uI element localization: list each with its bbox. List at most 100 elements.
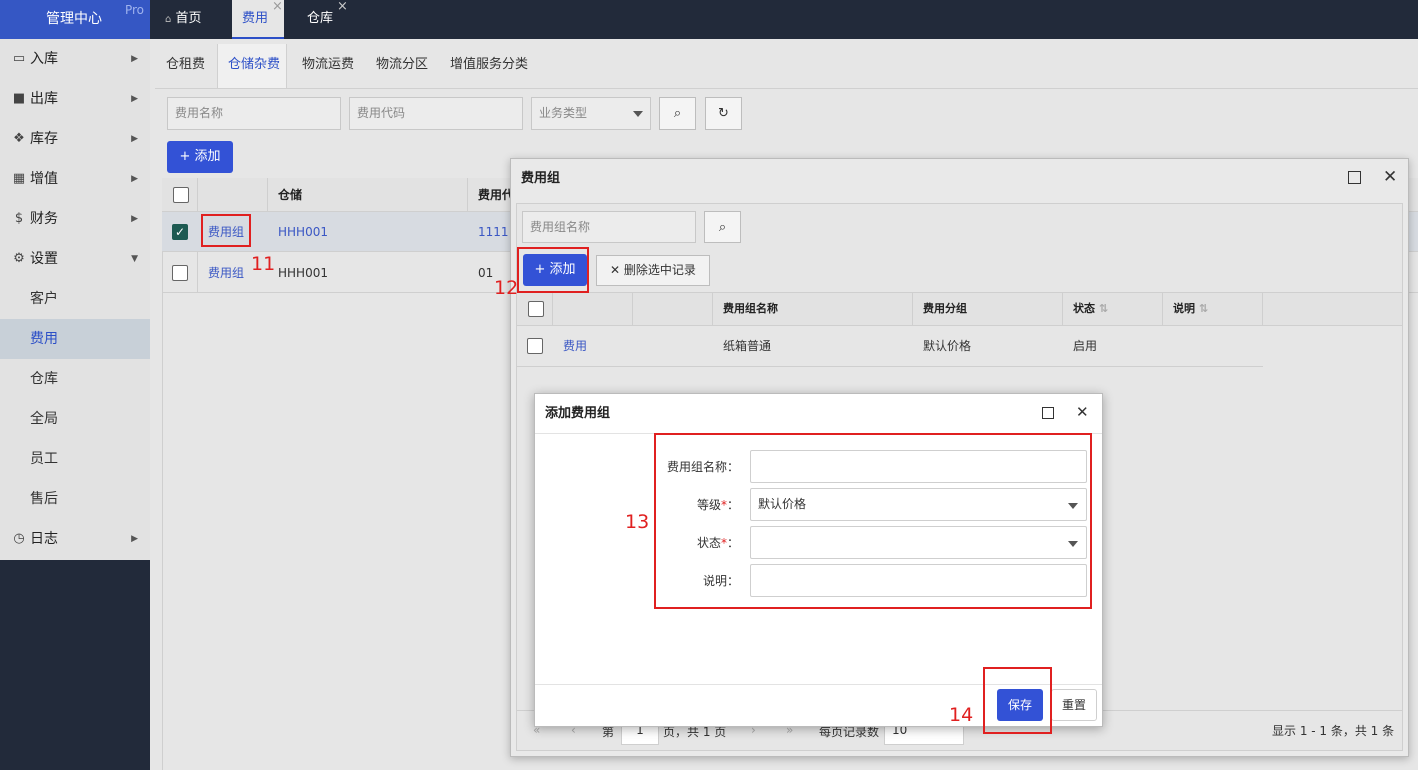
- close-icon[interactable]: ✕: [1076, 404, 1089, 421]
- subtab-logistics-zone[interactable]: 物流分区: [376, 44, 436, 88]
- column-header-fee-code: 费用代: [478, 188, 515, 202]
- column-header-warehouse: 仓储: [278, 188, 303, 202]
- dialog-header: [535, 394, 1102, 434]
- sidebar-sub-global[interactable]: 全局: [0, 399, 150, 439]
- truck-icon: ■: [12, 91, 26, 106]
- column-divider: [712, 292, 713, 326]
- maximize-icon[interactable]: [1042, 407, 1054, 419]
- refresh-icon: ↻: [718, 106, 729, 121]
- fee-name-input[interactable]: 费用名称: [167, 97, 341, 130]
- column-divider: [467, 178, 468, 212]
- table-row[interactable]: [517, 326, 1263, 367]
- subtab-value-added-category[interactable]: 增值服务分类: [450, 44, 540, 88]
- column-divider: [1062, 292, 1063, 326]
- column-header-group-category[interactable]: 费用分组: [923, 301, 967, 317]
- dialog-title: 添加费用组: [545, 406, 611, 421]
- row-checkbox[interactable]: ✓: [172, 224, 188, 240]
- sub-tab-bar: 仓租费 仓储杂费 物流运费 物流分区 增值服务分类: [155, 44, 1418, 89]
- subtab-storage-rent[interactable]: 仓租费: [155, 44, 217, 88]
- chevron-down-icon: ▼: [131, 254, 138, 264]
- add-fee-button[interactable]: + 添加: [167, 141, 233, 173]
- select-all-checkbox[interactable]: [528, 301, 544, 317]
- app-logo[interactable]: 管理中心 Pro: [0, 0, 150, 39]
- row-checkbox[interactable]: [527, 338, 543, 354]
- sidebar-item-outbound[interactable]: ■ 出库 ▶: [0, 79, 150, 119]
- column-label: 说明: [1173, 302, 1195, 315]
- annotation-number: 12: [494, 277, 519, 299]
- delete-selected-button[interactable]: ✕ 删除选中记录: [596, 255, 710, 286]
- grid-icon: ▦: [12, 171, 26, 186]
- chevron-right-icon: ▶: [131, 174, 138, 184]
- sidebar-item-inventory[interactable]: ❖ 库存 ▶: [0, 119, 150, 159]
- pager-summary: 显示 1 - 1 条，共 1 条: [1272, 724, 1395, 738]
- search-icon: ⌕: [673, 106, 682, 121]
- annotation-box: [654, 433, 1092, 609]
- group-name-cell: 纸箱普通: [723, 339, 772, 353]
- annotation-box: [517, 247, 589, 293]
- gears-icon: ⚙: [13, 251, 25, 266]
- select-all-checkbox[interactable]: [173, 187, 189, 203]
- subtab-storage-misc[interactable]: 仓储杂费: [217, 44, 287, 88]
- search-button[interactable]: ⌕: [659, 97, 696, 130]
- fee-group-search-button[interactable]: ⌕: [704, 211, 741, 243]
- sidebar-item-finance[interactable]: $ 财务 ▶: [0, 199, 150, 239]
- maximize-icon[interactable]: [1348, 171, 1361, 184]
- column-label: 状态: [1073, 302, 1095, 315]
- select-placeholder: 业务类型: [539, 106, 588, 120]
- sidebar-item-log[interactable]: ◷ 日志 ▶: [0, 519, 150, 559]
- refresh-button[interactable]: ↻: [705, 97, 742, 130]
- column-divider: [632, 292, 633, 326]
- annotation-number: 14: [949, 704, 974, 726]
- fee-code-input[interactable]: 费用代码: [349, 97, 523, 130]
- chevron-right-icon: ▶: [131, 94, 138, 104]
- chevron-right-icon: ▶: [131, 534, 138, 544]
- search-icon: ⌕: [718, 220, 727, 235]
- annotation-box: [201, 214, 251, 247]
- sidebar-item-label: 出库: [30, 91, 58, 107]
- cubes-icon: ❖: [13, 131, 25, 146]
- fee-group-name-search-input[interactable]: 费用组名称: [522, 211, 696, 243]
- reset-button[interactable]: 重置: [1051, 689, 1097, 721]
- plus-icon: +: [179, 149, 191, 164]
- close-icon[interactable]: ×: [272, 0, 283, 26]
- business-type-select[interactable]: 业务类型: [531, 97, 651, 130]
- clock-icon: ◷: [13, 531, 25, 546]
- home-icon: ⌂: [165, 14, 172, 25]
- app-title: 管理中心: [46, 11, 102, 27]
- fee-code[interactable]: 1111: [478, 224, 509, 240]
- column-header-status[interactable]: 状态 ⇅: [1073, 301, 1108, 317]
- sidebar-sub-warehouse[interactable]: 仓库: [0, 359, 150, 399]
- sidebar-item-inbound[interactable]: ▭ 入库 ▶: [0, 39, 150, 79]
- close-icon: ✕: [610, 263, 621, 277]
- status-cell: 启用: [1073, 339, 1098, 353]
- button-label: 添加: [194, 149, 221, 164]
- row-checkbox[interactable]: [172, 265, 188, 281]
- column-divider: [1162, 292, 1163, 326]
- sidebar-item-label: 增值: [30, 171, 58, 187]
- tab-home[interactable]: ⌂ 首页: [160, 0, 224, 39]
- tab-warehouse[interactable]: 仓库 ×: [295, 0, 355, 39]
- sidebar-item-label: 日志: [30, 531, 58, 547]
- inbox-icon: ▭: [12, 51, 26, 66]
- tab-fee[interactable]: 费用 ×: [232, 0, 284, 39]
- fee-group-link[interactable]: 费用组: [208, 265, 244, 281]
- column-header-group-name[interactable]: 费用组名称: [723, 301, 778, 317]
- tab-label: 首页: [175, 11, 202, 26]
- sidebar-item-settings[interactable]: ⚙ 设置 ▼: [0, 239, 150, 279]
- warehouse-code: HHH001: [278, 266, 328, 280]
- sidebar-item-label: 财务: [30, 211, 58, 227]
- caret-down-icon: [633, 111, 643, 117]
- sidebar-sub-fee[interactable]: 费用: [0, 319, 150, 359]
- sidebar-sub-customer[interactable]: 客户: [0, 279, 150, 319]
- close-icon[interactable]: ×: [337, 0, 348, 26]
- sidebar-sub-staff[interactable]: 员工: [0, 439, 150, 479]
- sidebar-sub-after-sales[interactable]: 售后: [0, 479, 150, 519]
- warehouse-code[interactable]: HHH001: [278, 224, 328, 240]
- tab-label: 费用: [242, 11, 269, 26]
- subtab-logistics-freight[interactable]: 物流运费: [302, 44, 362, 88]
- column-header-note[interactable]: 说明 ⇅: [1173, 301, 1208, 317]
- close-icon[interactable]: ✕: [1383, 168, 1397, 186]
- chevron-right-icon: ▶: [131, 214, 138, 224]
- sidebar-item-value-added[interactable]: ▦ 增值 ▶: [0, 159, 150, 199]
- fee-link[interactable]: 费用: [563, 338, 587, 354]
